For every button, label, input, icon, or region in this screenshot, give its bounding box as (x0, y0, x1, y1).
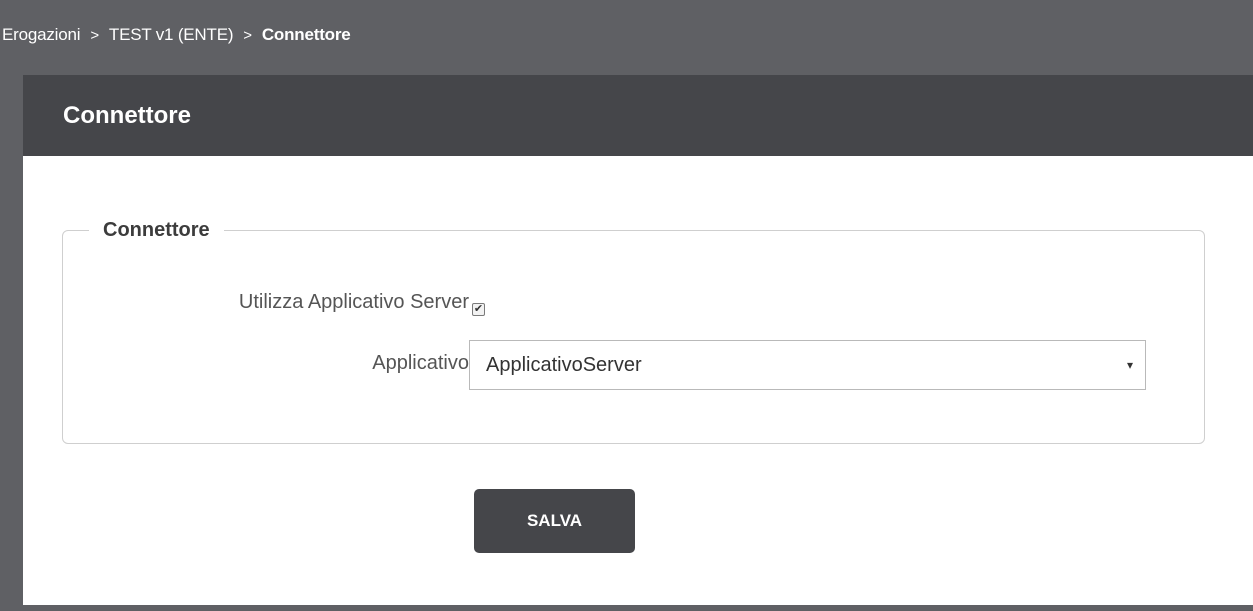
applicativo-selected-value: ApplicativoServer (486, 353, 642, 376)
connettore-fieldset: Connettore (62, 219, 1205, 444)
breadcrumb-erogazioni-link[interactable]: Erogazioni (2, 25, 81, 45)
use-server-label: Utilizza Applicativo Server (238, 291, 469, 313)
breadcrumb-current: Connettore (261, 25, 351, 44)
connettore-card: Connettore Connettore Utilizza Applicati… (23, 75, 1253, 605)
use-server-checkbox[interactable]: ✔ (472, 303, 485, 316)
fieldset-legend: Connettore (103, 219, 210, 241)
chevron-down-icon: ▾ (1126, 358, 1133, 372)
breadcrumb: Erogazioni > TEST v1 (ENTE) > Connettore (0, 0, 1253, 70)
breadcrumb-separator: > (243, 26, 252, 44)
card-header: Connettore (23, 75, 1253, 156)
breadcrumb-test-v1-link[interactable]: TEST v1 (ENTE) (109, 25, 234, 45)
applicativo-label: Applicativo (372, 352, 469, 374)
applicativo-select[interactable]: ApplicativoServer ▾ (469, 340, 1146, 390)
page-title: Connettore (63, 101, 191, 129)
save-button[interactable]: SALVA (474, 489, 635, 553)
checkmark-icon: ✔ (473, 303, 484, 315)
breadcrumb-separator: > (90, 26, 99, 44)
